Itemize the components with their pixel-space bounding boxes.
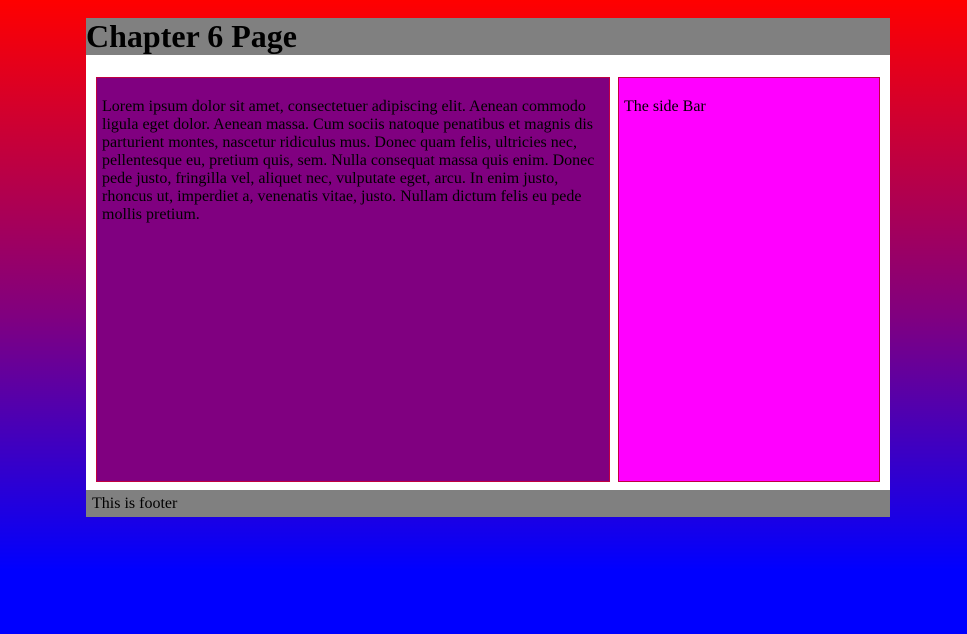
page-body: { "header": { "title": "Chapter 6 Page" … (0, 0, 967, 634)
content-paragraph: Lorem ipsum dolor sit amet, consectetuer… (102, 98, 595, 223)
page-wrapper: Chapter 6 Page Lorem ipsum dolor sit ame… (86, 18, 890, 517)
footer-text: This is footer (92, 495, 178, 512)
page-title: Chapter 6 Page (86, 18, 297, 54)
page-header: Chapter 6 Page (86, 18, 890, 55)
main-content: Lorem ipsum dolor sit amet, consectetuer… (96, 77, 610, 482)
sidebar-text: The side Bar (624, 98, 706, 115)
side-bar: The side Bar (618, 77, 880, 482)
page-footer: This is footer (86, 490, 890, 517)
